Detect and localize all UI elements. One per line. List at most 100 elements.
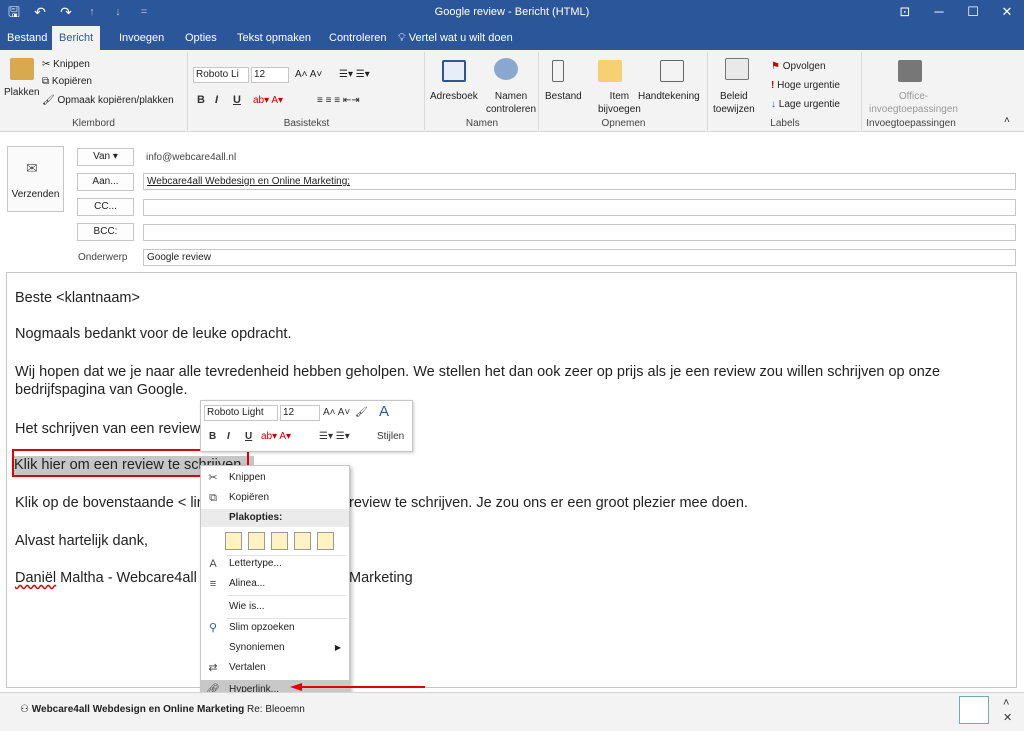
- cut-button[interactable]: ✂ Knippen: [42, 58, 90, 71]
- low-importance-button[interactable]: ↓ Lage urgentie: [771, 98, 840, 111]
- paragraph-icon: ≡: [209, 578, 217, 590]
- paste-text-only-icon[interactable]: [317, 532, 334, 550]
- close-button[interactable]: ✕: [990, 0, 1024, 26]
- mini-italic-button[interactable]: I: [227, 431, 230, 442]
- group-klembord: Plakken ✂ Knippen ⧉ Kopiëren 🖌︎ Opmaak k…: [0, 52, 188, 130]
- attach-file-button[interactable]: Bestand: [545, 90, 582, 103]
- group-label-namen: Namen: [465, 118, 499, 129]
- scissors-icon: ✂: [42, 59, 54, 70]
- envelope-attach-icon[interactable]: [598, 60, 622, 82]
- tab-bericht[interactable]: Bericht: [52, 26, 101, 50]
- paste-picture-icon[interactable]: [294, 532, 311, 550]
- menu-item-knippen[interactable]: ✂ Knippen: [201, 468, 349, 488]
- maximize-button[interactable]: ☐: [956, 0, 990, 26]
- recipient-chip[interactable]: Webcare4all Webdesign en Online Marketin…: [147, 176, 350, 187]
- assign-policy-button[interactable]: Beleid toewijzen: [713, 90, 755, 116]
- copy-icon: ⧉: [42, 76, 52, 87]
- paste-merge-icon[interactable]: [248, 532, 265, 550]
- mini-styles-button[interactable]: Stijlen: [377, 431, 404, 442]
- menu-item-slim-opzoeken[interactable]: ⚲ Slim opzoeken: [201, 618, 349, 638]
- close-pane-icon[interactable]: ✕: [1003, 711, 1012, 724]
- tab-tekst-opmaken[interactable]: Tekst opmaken: [230, 26, 318, 50]
- minimize-button[interactable]: ─: [922, 0, 956, 26]
- smart-lookup-icon: ⚲: [208, 622, 218, 634]
- mini-underline-button[interactable]: U: [245, 431, 252, 442]
- font-name-box[interactable]: Roboto Li: [193, 67, 249, 83]
- window-title: Google review - Bericht (HTML): [434, 6, 590, 18]
- address-book-icon[interactable]: [442, 60, 466, 82]
- highlight-color-icon[interactable]: ab▾ A▾: [253, 94, 283, 107]
- paste-options-header: Plakopties:: [201, 509, 349, 527]
- font-grow-icon[interactable]: A˄ A˅: [295, 68, 322, 81]
- mini-list-icons[interactable]: ☰▾ ☰▾: [319, 431, 350, 442]
- context-menu: ✂ Knippen ⧉ Kopiëren Plakopties: A Letterty…: [200, 465, 350, 703]
- policy-icon[interactable]: [725, 58, 749, 80]
- menu-item-alinea[interactable]: ≡ Alinea...: [201, 574, 349, 594]
- mini-font-box[interactable]: Roboto Light: [204, 405, 278, 421]
- mini-format-painter-icon[interactable]: 🖌︎: [355, 407, 368, 418]
- group-label-klembord: Klembord: [72, 118, 115, 129]
- signature-button[interactable]: Handtekening: [638, 90, 700, 103]
- bold-button[interactable]: B: [197, 94, 205, 106]
- italic-button[interactable]: I: [215, 94, 218, 106]
- menu-item-vertalen[interactable]: ⇄ Vertalen: [201, 658, 349, 678]
- high-importance-button[interactable]: ! Hoge urgentie: [771, 79, 840, 92]
- check-names-icon[interactable]: [494, 58, 518, 80]
- tab-controleren[interactable]: Controleren: [322, 26, 393, 50]
- to-field[interactable]: Webcare4all Webdesign en Online Marketin…: [143, 173, 1016, 190]
- down-arrow-icon: ↓: [771, 99, 779, 110]
- signature-icon[interactable]: [660, 60, 684, 82]
- paste-button[interactable]: Plakken: [4, 86, 40, 99]
- mini-color-icons[interactable]: ab▾ A▾: [261, 431, 291, 442]
- tell-me-search[interactable]: 💡︎ Vertel wat u wilt doen: [398, 26, 513, 50]
- paste-link-icon[interactable]: [271, 532, 288, 550]
- body-signature: Daniël Maltha - Webcare4all: [15, 570, 197, 586]
- send-envelope-icon: ✉: [26, 160, 38, 176]
- font-size-box[interactable]: 12: [251, 67, 289, 83]
- office-addins-button[interactable]: Office-invoegtoepassingen: [869, 90, 958, 116]
- list-buttons-icon[interactable]: ☰▾ ☰▾: [339, 68, 370, 81]
- submenu-arrow-icon: ▶: [334, 643, 341, 652]
- mini-grow-shrink-icon[interactable]: A˄ A˅: [323, 407, 350, 418]
- collapse-ribbon-icon[interactable]: ˄: [1004, 114, 1010, 127]
- menu-item-kopieren[interactable]: ⧉ Kopiëren: [201, 488, 349, 508]
- cc-field[interactable]: [143, 199, 1016, 216]
- bcc-field[interactable]: [143, 224, 1016, 241]
- adresboek-button[interactable]: Adresboek: [430, 90, 478, 103]
- tab-opties[interactable]: Opties: [178, 26, 224, 50]
- office-addins-icon[interactable]: [898, 60, 922, 82]
- bcc-button[interactable]: BCC:: [77, 223, 134, 241]
- follow-up-button[interactable]: ⚑ Opvolgen: [771, 60, 826, 73]
- body-signature-end: Marketing: [349, 570, 413, 586]
- status-conversation[interactable]: ⚇ Webcare4all Webdesign en Online Market…: [20, 704, 305, 715]
- copy-button[interactable]: ⧉ Kopiëren: [42, 75, 92, 88]
- subject-field[interactable]: Google review: [143, 249, 1016, 266]
- subject-label: Onderwerp: [78, 252, 128, 263]
- align-icons[interactable]: ≡ ≡ ≡ ⇤⇥: [317, 94, 360, 107]
- paperclip-icon[interactable]: [552, 60, 564, 82]
- cc-button[interactable]: CC...: [77, 198, 134, 216]
- format-painter-button[interactable]: 🖌︎ Opmaak kopiëren/plakken: [42, 94, 174, 107]
- menu-item-lettertype[interactable]: A Lettertype...: [201, 554, 349, 574]
- ribbon-display-options-button[interactable]: ⊡: [888, 0, 922, 26]
- send-button[interactable]: ✉ Verzenden: [7, 146, 64, 212]
- expand-up-icon[interactable]: ˄: [1003, 697, 1009, 709]
- styles-icon[interactable]: A: [379, 403, 389, 420]
- menu-item-wie-is[interactable]: Wie is...: [201, 597, 349, 617]
- tab-bestand[interactable]: Bestand: [0, 26, 54, 50]
- underline-button[interactable]: U: [233, 94, 241, 106]
- mini-size-box[interactable]: 12: [280, 405, 320, 421]
- contact-thumbnail[interactable]: [959, 696, 989, 724]
- paste-keep-source-icon[interactable]: [225, 532, 242, 550]
- tab-invoegen[interactable]: Invoegen: [112, 26, 171, 50]
- mini-bold-button[interactable]: B: [209, 431, 216, 442]
- check-names-button[interactable]: Namen controleren: [486, 90, 536, 116]
- from-button[interactable]: Van ▾: [77, 148, 134, 166]
- to-button[interactable]: Aan...: [77, 173, 134, 191]
- menu-item-synoniemen[interactable]: Synoniemen ▶: [201, 638, 349, 658]
- lightbulb-icon: 💡︎: [398, 32, 409, 44]
- group-labels: Beleid toewijzen ⚑ Opvolgen ! Hoge urgent…: [709, 52, 862, 130]
- group-invoegtoepassingen: Office-invoegtoepassingen Invoegtoepassi…: [863, 52, 959, 130]
- attach-item-button[interactable]: Item bijvoegen: [598, 90, 641, 116]
- paste-icon[interactable]: [10, 58, 34, 80]
